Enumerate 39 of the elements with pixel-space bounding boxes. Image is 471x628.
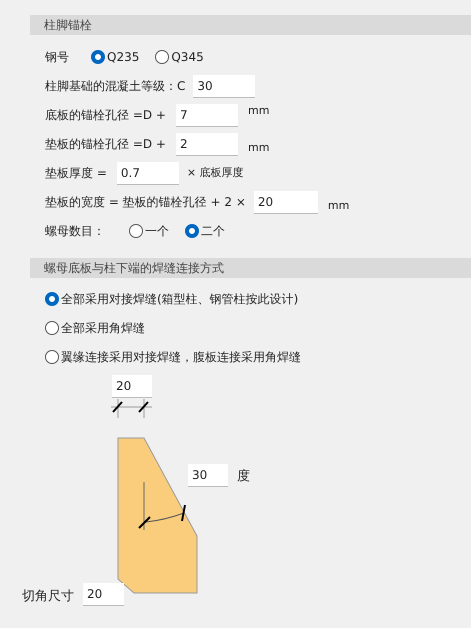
radio-button[interactable] [129,224,143,238]
section-header: 柱脚锚栓 [30,15,471,35]
input-field[interactable]: 7 [176,104,238,126]
radio-button[interactable] [45,292,59,306]
angle-arc [138,482,186,530]
radio-option[interactable]: 一个 [129,222,169,240]
input-field[interactable]: 20 [112,375,152,398]
radio-button[interactable] [91,50,105,64]
input-field[interactable]: 30 [188,464,228,487]
input-field[interactable]: 0.7 [116,162,179,184]
radio-option[interactable]: Q345 [155,48,204,66]
radio-option[interactable]: Q235 [91,48,140,66]
input-field[interactable]: 20 [83,583,124,606]
unit-label: mm [248,103,270,119]
field-label: 切角尺寸 [22,588,74,606]
unit-label: 度 [237,468,250,486]
radio-option[interactable]: 翼缘连接采用对接焊缝，腹板连接采用角焊缝 [45,346,301,367]
field-label: 螺母数目： [45,223,106,240]
radio-button[interactable] [185,224,199,238]
field-label: 柱脚基础的混凝土等级：C [45,78,186,95]
radio-option[interactable]: 全部采用对接焊缝(箱型柱、钢管柱按此设计) [45,288,301,309]
section-header: 螺母底板与柱下端的焊缝连接方式 [30,258,471,278]
radio-button[interactable] [45,320,59,334]
radio-option[interactable]: 二个 [185,222,225,240]
field-label: 垫板的锚栓孔径 =D + [45,136,166,153]
dimension-line [110,398,152,418]
unit-label: mm [328,198,350,214]
input-field[interactable]: 20 [254,190,318,214]
unit-label: mm [248,140,270,156]
unit-label: × 底板厚度 [186,164,244,181]
field-label: 钢号 [45,49,70,66]
input-field[interactable]: 30 [193,74,256,98]
field-label: 垫板的宽度 = 垫板的锚栓孔径 + 2 × [45,194,246,211]
field-label: 底板的锚栓孔径 =D + [45,107,166,124]
field-label: 垫板厚度 = [45,165,107,182]
radio-button[interactable] [45,350,59,364]
input-field[interactable]: 2 [176,132,238,156]
radio-button[interactable] [155,50,170,64]
radio-option[interactable]: 全部采用角焊缝 [45,317,301,338]
